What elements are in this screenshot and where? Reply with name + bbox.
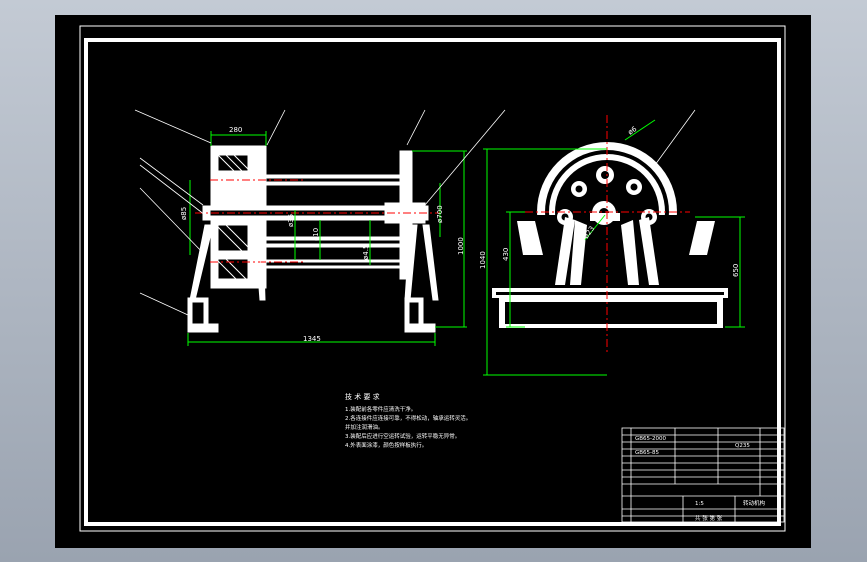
dim-1040: 1040 bbox=[479, 251, 487, 269]
dim-1345: 1345 bbox=[303, 335, 321, 343]
dim-430: 430 bbox=[502, 248, 510, 261]
dim-d85: ø85 bbox=[180, 207, 188, 220]
front-view bbox=[492, 142, 740, 335]
dim-1000: 1000 bbox=[457, 237, 465, 255]
hub-window-1 bbox=[217, 154, 249, 172]
title-material: Q235 bbox=[735, 443, 750, 449]
cad-viewport: 280 1345 1000 ø700 ø85 ø35 ø10 ø4.5 ø30 bbox=[0, 0, 867, 562]
note-line-1: 1.装配前各零件应清洗干净。 bbox=[345, 405, 416, 413]
hub-window-2 bbox=[217, 224, 249, 252]
dim-280: 280 bbox=[229, 126, 242, 134]
note-line-4: 3.装配后应进行空运转试验，运转平稳无异常。 bbox=[345, 432, 460, 440]
notes-heading: 技 术 要 求 bbox=[345, 392, 380, 401]
title-name: 转动机构 bbox=[743, 499, 766, 507]
dim-d35: ø35 bbox=[287, 214, 295, 227]
title-part-no-2: GB65-85 bbox=[635, 450, 660, 456]
title-block bbox=[621, 427, 785, 523]
drawing-sheet: 280 1345 1000 ø700 ø85 ø35 ø10 ø4.5 ø30 bbox=[55, 15, 811, 548]
dim-650: 650 bbox=[732, 264, 740, 277]
dim-700: ø700 bbox=[436, 205, 444, 223]
dim-d30: ø30 bbox=[255, 260, 263, 273]
cad-drawing: 280 1345 1000 ø700 ø85 ø35 ø10 ø4.5 ø30 bbox=[79, 25, 786, 532]
title-scale: 1:5 bbox=[695, 501, 704, 507]
title-part-no-1: GB65-2000 bbox=[635, 436, 667, 442]
note-line-2: 2.各连接件应连接可靠，不得松动，轴承运转灵活。 bbox=[345, 414, 471, 422]
technical-notes: 技 术 要 求 1.装配前各零件应清洗干净。 2.各连接件应连接可靠，不得松动，… bbox=[345, 392, 471, 449]
dim-d10: ø10 bbox=[312, 228, 320, 241]
title-sheet: 共 张 第 张 bbox=[695, 514, 723, 522]
dim-d4-5: ø4.5 bbox=[362, 245, 370, 260]
note-line-3: 并加注润滑油。 bbox=[345, 423, 384, 431]
dim-d6: ø6 bbox=[627, 125, 639, 137]
note-line-5: 4.外表面涂漆，颜色按样板执行。 bbox=[345, 441, 427, 449]
